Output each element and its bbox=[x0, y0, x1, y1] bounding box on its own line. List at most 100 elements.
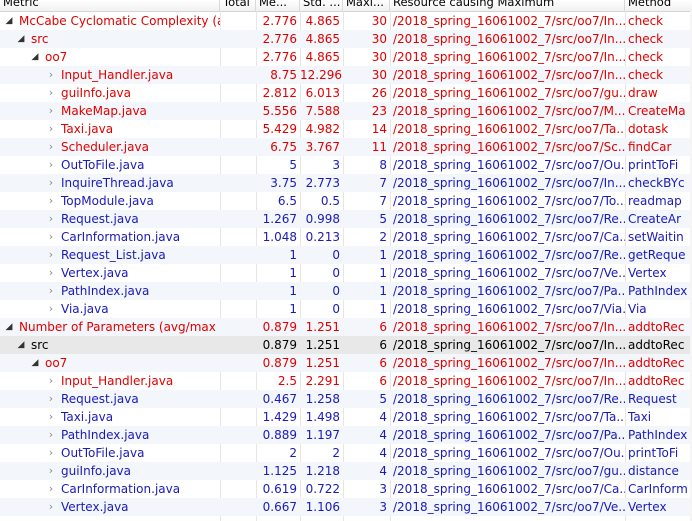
table-row[interactable]: › Input_Handler.java 2.5 2.291 6/2018_spring… bbox=[0, 372, 692, 390]
mean-cell: 1.125 bbox=[262, 464, 297, 478]
table-row[interactable]: ◢ src 2.776 4.865 30/2018_spring_16061002_7/… bbox=[0, 30, 692, 48]
metric-cell: › Via.java bbox=[0, 300, 220, 318]
table-row[interactable]: › guiInfo.java 1.125 1.218 4/2018_spring_160… bbox=[0, 462, 692, 480]
tree-collapsed-icon[interactable]: › bbox=[46, 138, 56, 156]
table-row[interactable]: › Request_List.java 1 0 1/2018_spring_160610… bbox=[0, 246, 692, 264]
table-row[interactable]: › Scheduler.java 6.75 3.767 11/2018_spring_1… bbox=[0, 138, 692, 156]
max-cell: 26 bbox=[371, 86, 387, 100]
table-row[interactable]: › OutToFile.java 2 2 4/2018_spring_16061002_… bbox=[0, 444, 692, 462]
resource-cell: /2018_spring_16061002_7/src/oo7/Ou... bbox=[393, 446, 625, 460]
std-cell: 0 bbox=[332, 266, 340, 280]
std-cell: 0.213 bbox=[305, 230, 340, 244]
tree-collapsed-icon[interactable]: › bbox=[46, 444, 56, 462]
column-header-resource[interactable]: Resource causing Maximum bbox=[390, 0, 625, 11]
table-row[interactable]: › PathIndex.java 1 0 1/2018_spring_16061002_… bbox=[0, 282, 692, 300]
tree-collapsed-icon[interactable]: › bbox=[46, 462, 56, 480]
tree-collapsed-icon[interactable]: › bbox=[46, 372, 56, 390]
metric-label: Vertex.java bbox=[61, 500, 129, 514]
tree-collapsed-icon[interactable]: › bbox=[46, 156, 56, 174]
column-header-total[interactable]: Total bbox=[220, 0, 256, 11]
table-row[interactable]: ◢ McCabe Cyclomatic Complexity (a 2.776 4.8… bbox=[0, 12, 692, 30]
metric-cell: ◢ src bbox=[0, 30, 220, 48]
tree-collapsed-icon[interactable]: › bbox=[46, 66, 56, 84]
tree-collapsed-icon[interactable]: › bbox=[46, 390, 56, 408]
table-row[interactable]: › Vertex.java 1 0 1/2018_spring_16061002_7/s… bbox=[0, 264, 692, 282]
tree-expanded-icon[interactable]: ◢ bbox=[16, 30, 26, 48]
std-cell: 0 bbox=[332, 248, 340, 262]
metric-cell: › Vertex.java bbox=[0, 264, 220, 282]
tree-collapsed-icon[interactable]: › bbox=[46, 498, 56, 516]
table-row[interactable]: › Request.java 0.467 1.258 5/2018_spring_160… bbox=[0, 390, 692, 408]
tree-collapsed-icon[interactable]: › bbox=[46, 228, 56, 246]
column-header-mean[interactable]: Me... bbox=[256, 0, 300, 11]
tree-collapsed-icon[interactable]: › bbox=[46, 480, 56, 498]
tree-collapsed-icon[interactable]: › bbox=[46, 174, 56, 192]
tree-expanded-icon[interactable]: ◢ bbox=[30, 354, 40, 372]
mean-cell: 5.556 bbox=[262, 104, 297, 118]
max-cell: 1 bbox=[379, 302, 387, 316]
table-row[interactable]: › Vertex.java 0.667 1.106 3/2018_spring_1606… bbox=[0, 498, 692, 516]
metric-label: Via.java bbox=[61, 302, 109, 316]
column-header-std[interactable]: Std. ... bbox=[300, 0, 343, 11]
tree-collapsed-icon[interactable]: › bbox=[46, 408, 56, 426]
tree-collapsed-icon[interactable]: › bbox=[46, 300, 56, 318]
tree-collapsed-icon[interactable]: › bbox=[46, 264, 56, 282]
mean-cell: 0.879 bbox=[262, 356, 297, 370]
table-row[interactable]: ◢ src 0.879 1.251 6/2018_spring_16061002_7/s… bbox=[0, 336, 692, 354]
resource-cell: /2018_spring_16061002_7/src/oo7/In... bbox=[393, 356, 625, 370]
mean-cell: 2.776 bbox=[262, 50, 297, 64]
table-row[interactable]: ◢ oo7 2.776 4.865 30/2018_spring_16061002_7/… bbox=[0, 48, 692, 66]
table-row[interactable]: ◢ Number of Parameters (avg/max p 0.879 1.2… bbox=[0, 318, 692, 336]
metric-cell: › TopModule.java bbox=[0, 192, 220, 210]
column-header-metric[interactable]: Metric bbox=[0, 0, 220, 11]
method-cell: findCar bbox=[628, 140, 672, 154]
column-header-total-label: Total bbox=[223, 0, 250, 9]
tree-collapsed-icon[interactable]: › bbox=[46, 102, 56, 120]
resource-cell: /2018_spring_16061002_7/src/oo7/gu... bbox=[393, 464, 625, 478]
table-row[interactable]: › Input_Handler.java 8.75 12.296 30/2018_spr… bbox=[0, 66, 692, 84]
method-cell: check bbox=[628, 14, 664, 28]
table-row[interactable]: › MakeMap.java 5.556 7.588 23/2018_spring_16… bbox=[0, 102, 692, 120]
metric-cell: › Request.java bbox=[0, 390, 220, 408]
max-cell: 11 bbox=[371, 140, 387, 154]
mean-cell: 3.75 bbox=[270, 176, 297, 190]
column-header-max[interactable]: Maxi... bbox=[343, 0, 390, 11]
table-row[interactable]: › Taxi.java 5.429 4.982 14/2018_spring_16061… bbox=[0, 120, 692, 138]
table-row[interactable]: ◢ oo7 0.879 1.251 6/2018_spring_16061002_7/s… bbox=[0, 354, 692, 372]
table-row[interactable]: › OutToFile.java 5 3 8/2018_spring_16061002_… bbox=[0, 156, 692, 174]
tree-collapsed-icon[interactable]: › bbox=[46, 210, 56, 228]
tree-collapsed-icon[interactable]: › bbox=[46, 120, 56, 138]
table-row[interactable]: › Taxi.java 1.429 1.498 4/2018_spring_160610… bbox=[0, 408, 692, 426]
metric-cell: › OutToFile.java bbox=[0, 156, 220, 174]
table-row[interactable]: › CarInformation.java 1.048 0.213 2/2018_spr… bbox=[0, 228, 692, 246]
tree-expanded-icon[interactable]: ◢ bbox=[4, 12, 14, 30]
table-row[interactable]: › Via.java 1 0 1/2018_spring_16061002_7/src/… bbox=[0, 300, 692, 318]
metric-label: Input_Handler.java bbox=[61, 68, 174, 82]
method-cell: check bbox=[628, 50, 664, 64]
metric-label: Number of Parameters (avg/max p bbox=[19, 320, 220, 334]
tree-expanded-icon[interactable]: ◢ bbox=[16, 336, 26, 354]
tree-collapsed-icon[interactable]: › bbox=[46, 282, 56, 300]
column-header-method[interactable]: Method bbox=[625, 0, 692, 11]
table-row[interactable]: › TopModule.java 6.5 0.5 7/2018_spring_16061… bbox=[0, 192, 692, 210]
std-cell: 0 bbox=[332, 302, 340, 316]
table-row[interactable]: › guiInfo.java 2.812 6.013 26/2018_spring_16… bbox=[0, 84, 692, 102]
table-row[interactable]: › Request.java 1.267 0.998 5/2018_spring_160… bbox=[0, 210, 692, 228]
max-cell: 5 bbox=[379, 392, 387, 406]
tree-expanded-icon[interactable]: ◢ bbox=[4, 318, 14, 336]
table-row[interactable]: › CarInformation.java 0.619 0.722 3/2018_spr… bbox=[0, 480, 692, 498]
metric-label: Request.java bbox=[61, 212, 139, 226]
max-cell: 7 bbox=[379, 176, 387, 190]
std-cell: 2.773 bbox=[305, 176, 340, 190]
tree-collapsed-icon[interactable]: › bbox=[46, 246, 56, 264]
metric-label: Taxi.java bbox=[61, 122, 114, 136]
tree-expanded-icon[interactable]: ◢ bbox=[30, 48, 40, 66]
table-row[interactable]: › InquireThread.java 3.75 2.773 7/2018_sprin… bbox=[0, 174, 692, 192]
std-cell: 0.5 bbox=[320, 194, 340, 208]
tree-collapsed-icon[interactable]: › bbox=[46, 84, 56, 102]
tree-collapsed-icon[interactable]: › bbox=[46, 192, 56, 210]
table-row[interactable]: › PathIndex.java 0.889 1.197 4/2018_spring_1… bbox=[0, 426, 692, 444]
tree-collapsed-icon[interactable]: › bbox=[46, 426, 56, 444]
metric-cell: › OutToFile.java bbox=[0, 444, 220, 462]
max-cell: 4 bbox=[379, 428, 387, 442]
